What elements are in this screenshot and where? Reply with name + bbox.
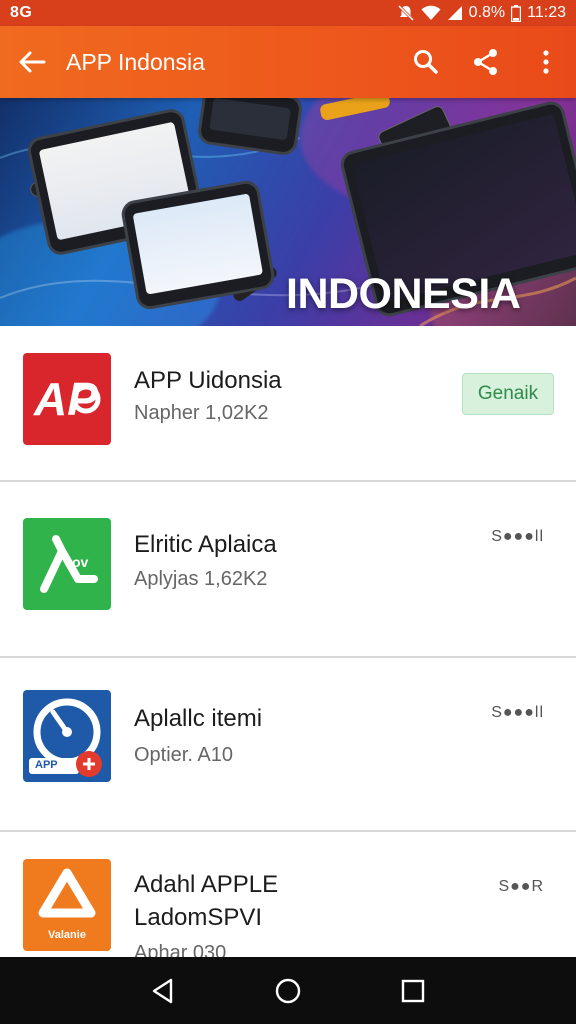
- app-size-label: S●●●ll: [491, 704, 544, 721]
- blue-gauge-logo-icon: APP: [23, 690, 111, 782]
- app-size-label: S●●R: [498, 878, 544, 895]
- share-button[interactable]: [456, 26, 516, 98]
- search-icon: [414, 50, 438, 74]
- back-triangle-icon: [152, 978, 172, 1003]
- status-network-label: 8G: [10, 4, 33, 21]
- app-size-label: S●●●ll: [491, 528, 544, 545]
- app-name: APP Uidonsia: [134, 367, 282, 394]
- list-item[interactable]: Valanie Adahl APPLE LadomSPVI Aphar 030 …: [0, 832, 576, 972]
- svg-text:AP: AP: [33, 373, 98, 425]
- banner-headline: INDONESIA: [286, 270, 521, 318]
- app-bar: APP Indonsia: [0, 26, 576, 98]
- screen: 8G 0.8% 11:23 APP Indonsia INDONESIA AP …: [0, 0, 576, 1024]
- install-button[interactable]: Genaik: [462, 373, 554, 415]
- battery-percent: 0.8%: [468, 4, 506, 21]
- home-circle-icon: [275, 978, 301, 1003]
- green-lambda-logo-icon: ov: [23, 518, 111, 610]
- back-button[interactable]: [0, 26, 64, 98]
- recents-square-icon: [402, 979, 425, 1002]
- status-bar: 8G 0.8% 11:23: [0, 0, 576, 26]
- app-meta: Optier. A10: [134, 744, 233, 766]
- more-vert-icon: [543, 50, 549, 74]
- list-item[interactable]: AP APP Uidonsia Napher 1,02K2 Genaik: [0, 326, 576, 482]
- promo-banner[interactable]: INDONESIA: [0, 98, 576, 326]
- icon-caption: Valanie: [48, 929, 86, 941]
- app-name: Aplallc itemi: [134, 705, 263, 732]
- clock: 11:23: [527, 4, 566, 21]
- signal-icon: [447, 5, 463, 21]
- orange-triangle-logo-icon: Valanie: [23, 859, 111, 951]
- nav-home-button[interactable]: [258, 961, 318, 1021]
- list-item[interactable]: APP Aplallc itemi Optier. A10 S●●●ll: [0, 658, 576, 832]
- share-icon: [474, 49, 497, 75]
- app-name: Adahl APPLE: [134, 871, 279, 898]
- battery-icon: [511, 4, 522, 22]
- back-arrow-icon: [19, 51, 46, 73]
- red-ap-logo-icon: AP: [23, 353, 111, 445]
- search-button[interactable]: [396, 26, 456, 98]
- nav-back-button[interactable]: [133, 961, 193, 1021]
- system-nav-bar: [0, 957, 576, 1024]
- wifi-icon: [421, 5, 441, 21]
- icon-caption: APP: [35, 759, 58, 771]
- no-notification-icon: [397, 4, 415, 22]
- page-title: APP Indonsia: [66, 48, 205, 75]
- app-meta: Napher 1,02K2: [134, 402, 269, 424]
- app-meta: Aplyjas 1,62K2: [134, 568, 268, 590]
- nav-recents-button[interactable]: [383, 961, 443, 1021]
- app-name: Elritic Aplaica: [134, 531, 277, 558]
- list-item[interactable]: ov Elritic Aplaica Aplyjas 1,62K2 S●●●ll: [0, 482, 576, 658]
- more-options-button[interactable]: [516, 26, 576, 98]
- app-name-line-2: LadomSPVI: [134, 904, 263, 931]
- svg-text:ov: ov: [72, 554, 89, 570]
